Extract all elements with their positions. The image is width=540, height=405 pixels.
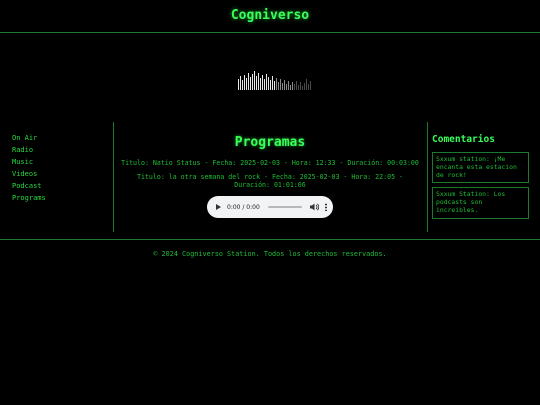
nav-item-on-air[interactable]: On Air: [12, 132, 113, 144]
program-item: Titulo: Natio Status - Fecha: 2025-02-03…: [121, 159, 419, 167]
nav-list: On Air Radio Music Videos Podcast Progra…: [0, 122, 113, 204]
equalizer-icon: [238, 71, 311, 90]
site-footer: © 2024 Cogniverso Station. Todos los der…: [0, 239, 540, 270]
nav-item-programs[interactable]: Programs: [12, 192, 113, 204]
audio-progress-track[interactable]: [267, 206, 302, 208]
programs-section: Programas Titulo: Natio Status - Fecha: …: [114, 122, 426, 232]
site-header: Cogniverso: [0, 0, 540, 33]
volume-icon[interactable]: [309, 203, 319, 211]
audio-player[interactable]: 0:00 / 0:00: [207, 196, 333, 218]
nav-item-music[interactable]: Music: [12, 156, 113, 168]
comment-item: Sxxum station: ¡Me encanta esta estacion…: [432, 152, 529, 184]
site-title: Cogniverso: [230, 8, 310, 23]
nav-item-videos[interactable]: Videos: [12, 168, 113, 180]
more-options-icon[interactable]: [324, 203, 327, 211]
nav-item-podcast[interactable]: Podcast: [12, 180, 113, 192]
audio-time: 0:00 / 0:00: [227, 203, 260, 211]
copyright-text: © 2024 Cogniverso Station. Todos los der…: [153, 250, 387, 258]
comment-item: Sxxum Station: Los podcasts son increibl…: [432, 187, 529, 219]
sidebar-nav: On Air Radio Music Videos Podcast Progra…: [0, 122, 114, 232]
comments-title: Comentarios: [432, 134, 495, 145]
comments-panel: Comentarios Sxxum station: ¡Me encanta e…: [427, 122, 540, 232]
section-title: Programas: [234, 135, 306, 150]
program-item: Titulo: la otra semana del rock - Fecha:…: [137, 173, 403, 189]
nav-item-radio[interactable]: Radio: [12, 144, 113, 156]
content-layout: On Air Radio Music Videos Podcast Progra…: [0, 122, 540, 232]
play-icon[interactable]: [216, 204, 221, 210]
